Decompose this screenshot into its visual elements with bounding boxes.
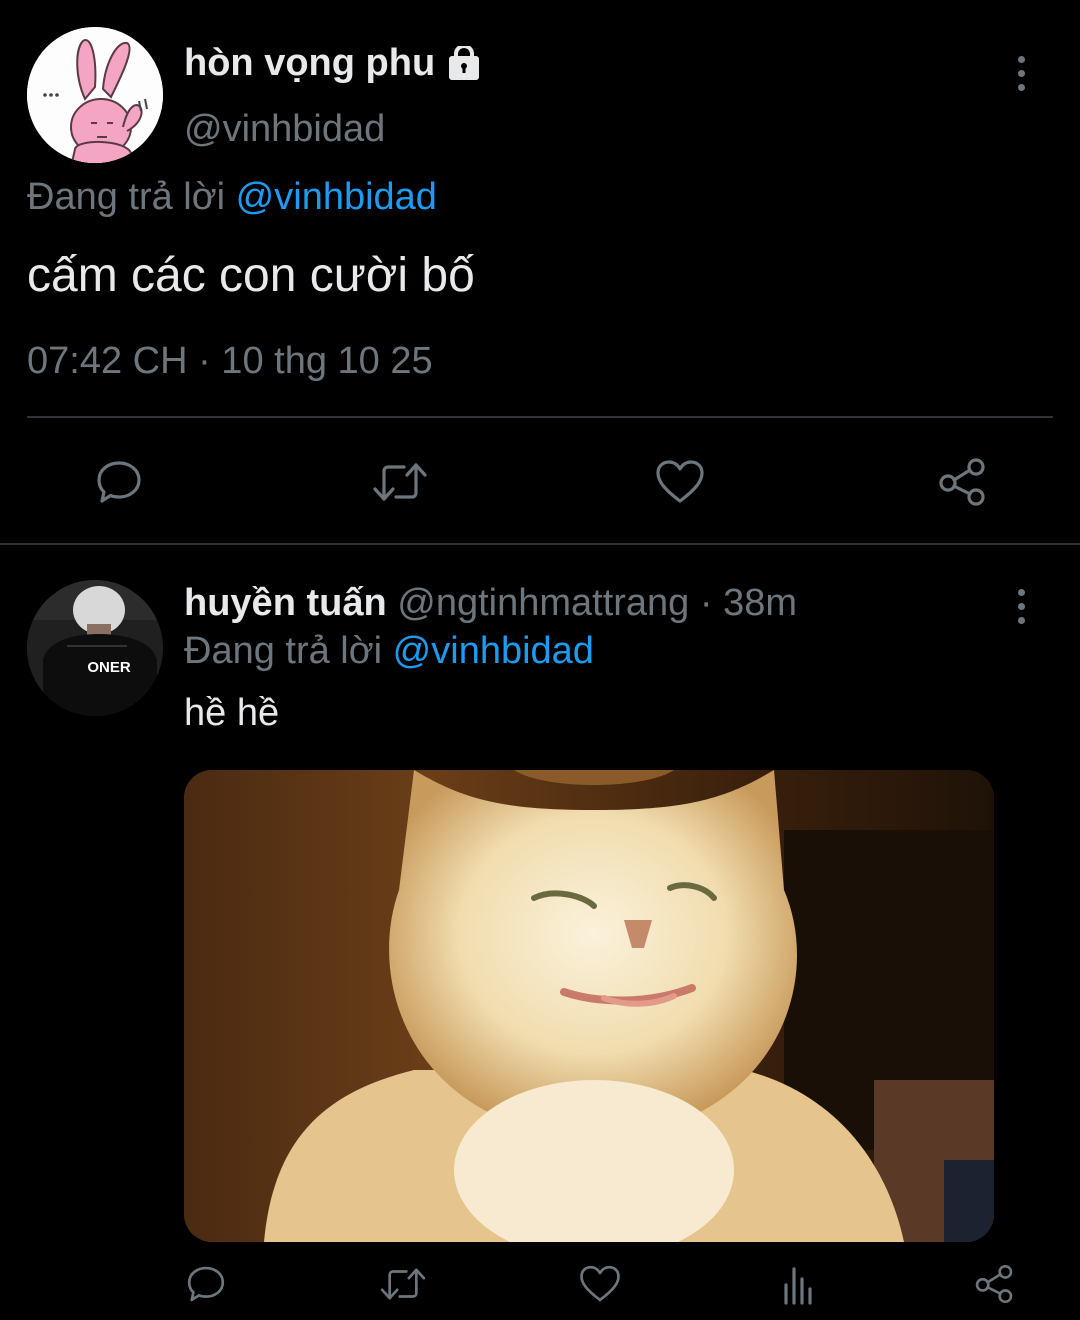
like-icon[interactable] xyxy=(653,455,707,509)
handle[interactable]: @vinhbidad xyxy=(184,108,385,151)
retweet-icon[interactable] xyxy=(378,1262,428,1306)
analytics-icon[interactable] xyxy=(776,1262,820,1306)
more-vertical-icon[interactable] xyxy=(1018,589,1025,624)
replying-to-label: Đang trả lời xyxy=(184,630,383,672)
replying-to: Đang trả lời @vinhbidad xyxy=(184,630,594,673)
tweet-text: cấm các con cười bố xyxy=(27,249,475,302)
lock-icon xyxy=(447,43,481,82)
more-vertical-icon[interactable] xyxy=(1018,56,1025,91)
timestamp[interactable]: 07:42 CH · 10 thg 10 25 xyxy=(27,340,433,383)
replying-to-handle[interactable]: @vinhbidad xyxy=(236,176,437,218)
display-name[interactable]: huyền tuấn xyxy=(184,582,387,624)
bunny-avatar-image xyxy=(27,27,163,163)
avatar[interactable]: ONER xyxy=(27,580,163,716)
like-icon[interactable] xyxy=(578,1262,622,1306)
tweet-media-image[interactable] xyxy=(184,770,994,1242)
display-name[interactable]: hòn vọng phu xyxy=(184,42,435,85)
replying-to-handle[interactable]: @vinhbidad xyxy=(393,630,594,672)
replying-to: Đang trả lời @vinhbidad xyxy=(27,176,437,219)
divider xyxy=(27,416,1053,418)
jersey-text: ONER xyxy=(87,659,131,676)
time-ago[interactable]: · 38m xyxy=(700,582,797,624)
cat-photo xyxy=(184,770,994,1242)
reply-icon[interactable] xyxy=(184,1262,228,1306)
player-avatar-image: ONER xyxy=(27,580,163,716)
share-icon[interactable] xyxy=(972,1262,1016,1306)
avatar[interactable] xyxy=(27,27,163,163)
section-divider xyxy=(0,543,1080,545)
retweet-icon[interactable] xyxy=(370,455,430,509)
share-icon[interactable] xyxy=(935,455,989,509)
handle[interactable]: @ngtinhmattrang xyxy=(397,582,689,624)
replying-to-label: Đang trả lời xyxy=(27,176,226,218)
tweet-text: hề hề xyxy=(184,692,280,734)
reply-icon[interactable] xyxy=(92,455,146,509)
